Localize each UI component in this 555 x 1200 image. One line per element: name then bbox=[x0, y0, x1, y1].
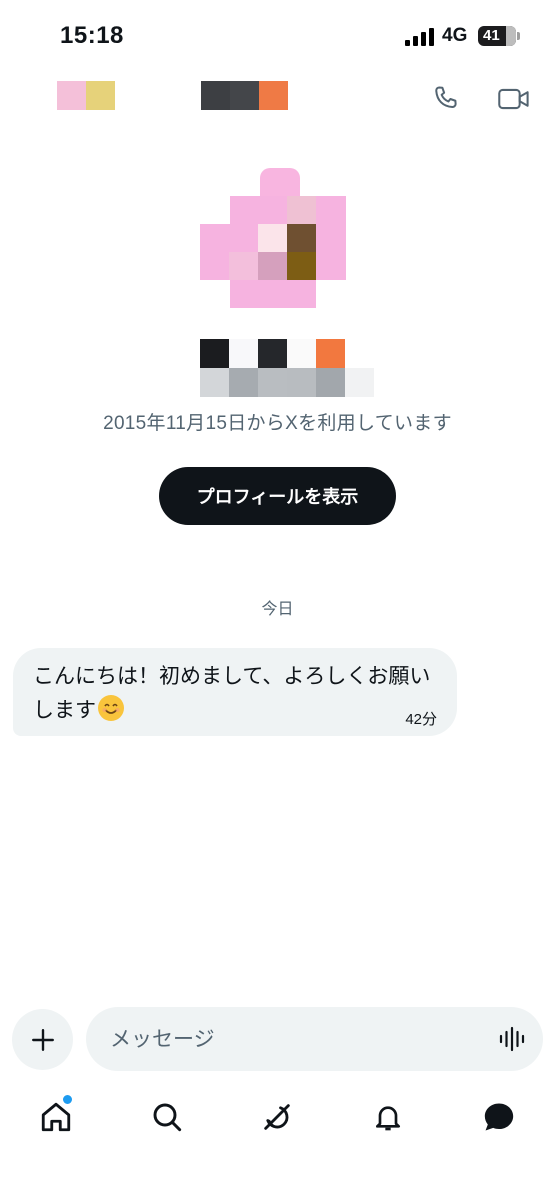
plus-icon bbox=[31, 1028, 54, 1051]
joined-date-text: 2015年11月15日からXを利用しています bbox=[103, 413, 452, 434]
home-notification-dot bbox=[62, 1094, 73, 1105]
avatar[interactable] bbox=[200, 168, 350, 312]
profile-name-redacted bbox=[200, 339, 375, 397]
message-time: 42分 bbox=[405, 711, 437, 728]
search-icon bbox=[153, 1103, 182, 1132]
battery-level: 41 bbox=[483, 27, 500, 44]
message-bubble[interactable]: こんにちは！初めまして、よろしくお願いします 42分 bbox=[13, 648, 457, 736]
home-icon bbox=[41, 1102, 71, 1132]
nav-notifications[interactable] bbox=[366, 1095, 410, 1139]
message-composer[interactable] bbox=[86, 1007, 543, 1073]
grok-icon bbox=[264, 1104, 290, 1130]
battery-icon: 41 bbox=[478, 26, 516, 46]
notifications-icon bbox=[376, 1106, 400, 1131]
status-time: 15:18 bbox=[60, 22, 124, 49]
nav-messages[interactable] bbox=[477, 1095, 521, 1139]
message-text-container: こんにちは！初めまして、よろしくお願いします bbox=[33, 660, 445, 728]
network-type: 4G bbox=[442, 25, 468, 46]
header-name-redacted[interactable] bbox=[57, 81, 289, 111]
nav-grok[interactable] bbox=[255, 1095, 299, 1139]
view-profile-button[interactable]: プロフィールを表示 bbox=[159, 467, 396, 525]
messages-icon bbox=[484, 1103, 514, 1131]
message-input[interactable] bbox=[108, 1007, 482, 1073]
smiling-face-emoji bbox=[98, 695, 124, 721]
add-attachment-button[interactable] bbox=[12, 1009, 73, 1070]
signal-strength-icon bbox=[405, 28, 434, 46]
nav-search[interactable] bbox=[145, 1095, 189, 1139]
battery-tip bbox=[517, 32, 520, 40]
phone-icon[interactable] bbox=[431, 84, 461, 114]
message-text: こんにちは！初めまして、よろしくお願いします bbox=[33, 665, 431, 722]
video-camera-icon[interactable] bbox=[497, 85, 531, 113]
date-divider: 今日 bbox=[261, 601, 294, 618]
voice-waveform-icon[interactable] bbox=[498, 1025, 526, 1053]
